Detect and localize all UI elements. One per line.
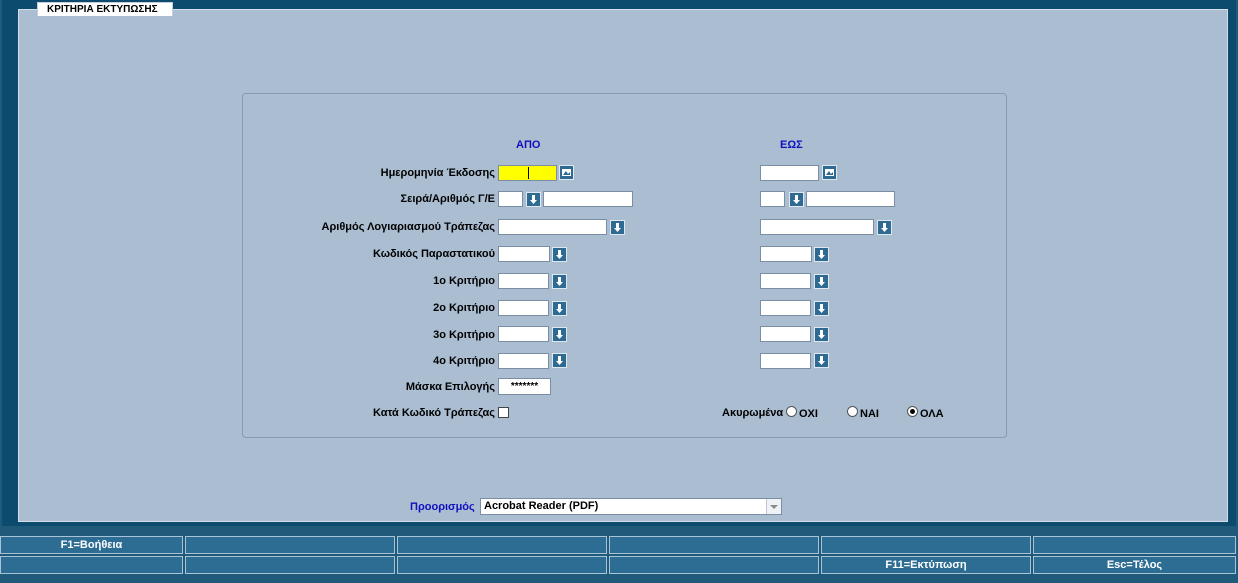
download-arrow-icon xyxy=(818,356,825,365)
download-arrow-icon xyxy=(556,250,563,259)
selection-mask-input[interactable]: ******* xyxy=(498,378,551,395)
criterion2-from-lookup-button[interactable] xyxy=(552,301,567,316)
download-arrow-icon xyxy=(818,304,825,313)
chevron-down-icon[interactable] xyxy=(766,499,781,514)
calendar-icon xyxy=(562,169,571,176)
series-from-lookup-button[interactable] xyxy=(526,192,541,207)
criterion1-from-lookup-button[interactable] xyxy=(552,274,567,289)
document-code-label: Κωδικός Παραστατικού xyxy=(373,248,495,260)
criterion1-from-input[interactable] xyxy=(498,273,549,289)
column-from-header: ΑΠΟ xyxy=(516,139,541,151)
calendar-icon xyxy=(825,169,834,176)
download-arrow-icon xyxy=(556,304,563,313)
fkey-empty-9[interactable] xyxy=(609,556,819,574)
cancelled-yes-radio[interactable] xyxy=(847,406,858,417)
bank-account-from-input[interactable] xyxy=(498,219,607,235)
cancelled-no-label: ΟΧΙ xyxy=(799,408,818,420)
criterion1-to-lookup-button[interactable] xyxy=(814,274,829,289)
calendar-to-button[interactable] xyxy=(822,165,837,180)
text-cursor xyxy=(528,167,529,179)
criterion3-to-lookup-button[interactable] xyxy=(814,327,829,342)
fkey-empty-6[interactable] xyxy=(0,556,183,574)
issue-date-to-input[interactable] xyxy=(760,165,819,181)
criterion2-to-input[interactable] xyxy=(760,300,811,316)
series-to-lookup-button[interactable] xyxy=(789,192,804,207)
cancelled-label: Ακυρωμένα xyxy=(722,407,784,419)
fkey-empty-1[interactable] xyxy=(185,536,395,554)
criterion3-label: 3ο Κριτήριο xyxy=(433,329,495,341)
number-from-input[interactable] xyxy=(543,191,633,207)
cancelled-all-label: ΟΛΑ xyxy=(920,408,944,420)
criterion2-label: 2ο Κριτήριο xyxy=(433,302,495,314)
criterion4-from-input[interactable] xyxy=(498,353,549,369)
criterion1-to-input[interactable] xyxy=(760,273,811,289)
criterion2-from-input[interactable] xyxy=(498,300,549,316)
cancelled-yes-label: ΝΑΙ xyxy=(860,408,879,420)
panel-title: ΚΡΙΤΗΡΙΑ ΕΚΤΥΠΩΣΗΣ xyxy=(37,2,173,16)
cancelled-all-radio[interactable] xyxy=(907,406,918,417)
document-code-to-input[interactable] xyxy=(760,246,812,262)
download-arrow-icon xyxy=(530,195,537,204)
esc-exit-button[interactable]: Esc=Τέλος xyxy=(1033,556,1236,574)
fkey-empty-8[interactable] xyxy=(397,556,607,574)
number-to-input[interactable] xyxy=(806,191,895,207)
criterion2-to-lookup-button[interactable] xyxy=(814,301,829,316)
download-arrow-icon xyxy=(818,277,825,286)
bank-account-to-lookup-button[interactable] xyxy=(877,220,892,235)
calendar-from-button[interactable] xyxy=(559,165,574,180)
issue-date-label: Ημερομηνία Έκδοσης xyxy=(380,167,495,179)
download-arrow-icon xyxy=(556,356,563,365)
fkey-empty-3[interactable] xyxy=(609,536,819,554)
f1-help-button[interactable]: F1=Βοήθεια xyxy=(0,536,183,554)
download-arrow-icon xyxy=(881,223,888,232)
download-arrow-icon xyxy=(556,277,563,286)
series-from-input[interactable] xyxy=(498,191,523,207)
download-arrow-icon xyxy=(556,330,563,339)
fkey-empty-4[interactable] xyxy=(821,536,1031,554)
document-code-from-input[interactable] xyxy=(498,246,550,262)
criterion3-to-input[interactable] xyxy=(760,326,811,342)
by-bank-code-label: Κατά Κωδικό Τράπεζας xyxy=(373,407,495,419)
fkey-empty-7[interactable] xyxy=(185,556,395,574)
download-arrow-icon xyxy=(614,223,621,232)
selection-mask-label: Μάσκα Επιλογής xyxy=(405,381,495,393)
criterion4-from-lookup-button[interactable] xyxy=(552,353,567,368)
destination-select[interactable]: Acrobat Reader (PDF) xyxy=(480,498,782,515)
series-number-label: Σειρά/Αριθμός Γ/Ε xyxy=(400,193,495,205)
by-bank-code-checkbox[interactable] xyxy=(498,407,509,418)
fkey-empty-2[interactable] xyxy=(397,536,607,554)
bank-account-from-lookup-button[interactable] xyxy=(610,220,625,235)
column-to-header: ΕΩΣ xyxy=(780,139,803,151)
bank-account-label: Αριθμός Λογιαριασμού Τράπεζας xyxy=(321,221,495,233)
fkey-empty-5[interactable] xyxy=(1033,536,1236,554)
series-to-input[interactable] xyxy=(760,191,785,207)
criterion3-from-lookup-button[interactable] xyxy=(552,327,567,342)
download-arrow-icon xyxy=(818,330,825,339)
criterion4-to-lookup-button[interactable] xyxy=(814,353,829,368)
issue-date-from-input[interactable] xyxy=(498,165,557,181)
cancelled-no-radio[interactable] xyxy=(786,406,797,417)
criterion1-label: 1ο Κριτήριο xyxy=(433,275,495,287)
destination-label: Προορισμός xyxy=(410,501,475,513)
document-code-to-lookup-button[interactable] xyxy=(814,247,829,262)
destination-value: Acrobat Reader (PDF) xyxy=(484,500,599,512)
f11-print-button[interactable]: F11=Εκτύπωση xyxy=(821,556,1031,574)
criterion4-label: 4ο Κριτήριο xyxy=(433,355,495,367)
criterion3-from-input[interactable] xyxy=(498,326,549,342)
bank-account-to-input[interactable] xyxy=(760,219,874,235)
criterion4-to-input[interactable] xyxy=(760,353,811,369)
document-code-from-lookup-button[interactable] xyxy=(552,247,567,262)
download-arrow-icon xyxy=(818,250,825,259)
download-arrow-icon xyxy=(793,195,800,204)
